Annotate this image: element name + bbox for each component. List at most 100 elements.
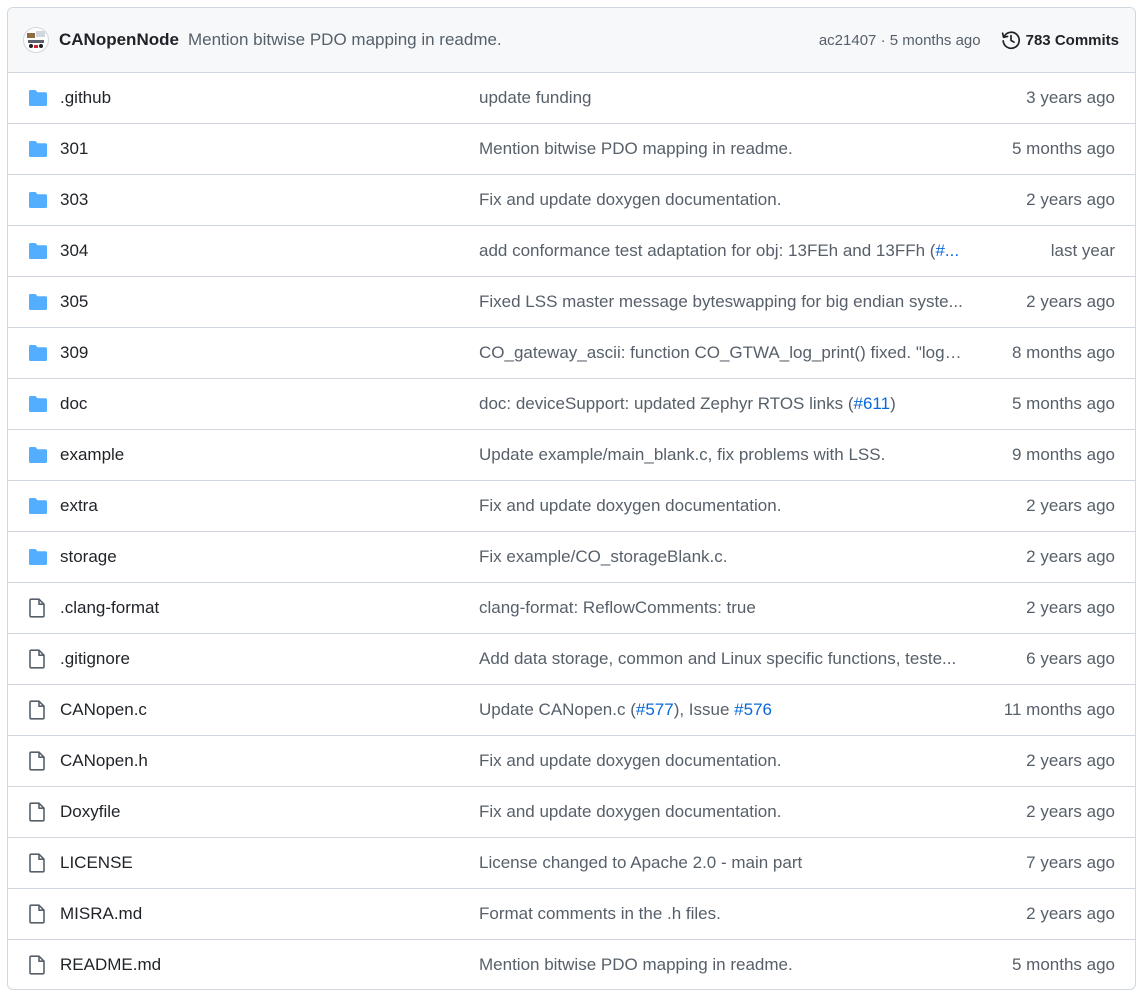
file-row[interactable]: LICENSE License changed to Apache 2.0 - m… xyxy=(8,837,1135,888)
file-row[interactable]: 309 CO_gateway_ascii: function CO_GTWA_lo… xyxy=(8,327,1135,378)
commit-age: 2 years ago xyxy=(1026,751,1115,770)
commits-link[interactable]: 783 Commits xyxy=(1001,30,1119,50)
commit-age: 6 years ago xyxy=(1026,649,1115,668)
folder-name-link[interactable]: doc xyxy=(60,394,479,414)
pull-request-link[interactable]: #611 xyxy=(854,394,891,413)
folder-icon xyxy=(8,191,60,209)
commit-age: 2 years ago xyxy=(1026,802,1115,821)
commit-message[interactable]: Fix and update doxygen documentation. xyxy=(479,802,967,822)
folder-name-link[interactable]: storage xyxy=(60,547,479,567)
file-row[interactable]: .github update funding 3 years ago xyxy=(8,73,1135,123)
folder-icon xyxy=(8,395,60,413)
folder-icon xyxy=(8,242,60,260)
commit-message-text: Fix and update doxygen documentation. xyxy=(479,496,782,515)
commit-age: 2 years ago xyxy=(1026,496,1115,515)
file-icon xyxy=(8,649,60,669)
commit-age: 2 years ago xyxy=(1026,904,1115,923)
commit-message[interactable]: Update example/main_blank.c, fix problem… xyxy=(479,445,967,465)
file-icon xyxy=(8,598,60,618)
commit-message[interactable]: Fix and update doxygen documentation. xyxy=(479,190,967,210)
commit-message-text: Fix and update doxygen documentation. xyxy=(479,802,782,821)
commit-message-text: doc: deviceSupport: updated Zephyr RTOS … xyxy=(479,394,854,413)
file-name-link[interactable]: LICENSE xyxy=(60,853,479,873)
file-row[interactable]: README.md Mention bitwise PDO mapping in … xyxy=(8,939,1135,989)
file-row[interactable]: CANopen.c Update CANopen.c (#577), Issue … xyxy=(8,684,1135,735)
commit-age: 5 months ago xyxy=(1011,955,1115,974)
folder-name-link[interactable]: 303 xyxy=(60,190,479,210)
file-name-link[interactable]: CANopen.c xyxy=(60,700,479,720)
folder-name-link[interactable]: 301 xyxy=(60,139,479,159)
history-icon xyxy=(1001,31,1020,50)
folder-name-link[interactable]: 304 xyxy=(60,241,479,261)
commit-message[interactable]: Mention bitwise PDO mapping in readme. xyxy=(479,139,967,159)
commit-age: 2 years ago xyxy=(1026,598,1115,617)
commit-message-text: clang-format: ReflowComments: true xyxy=(479,598,756,617)
file-row[interactable]: 304 add conformance test adaptation for o… xyxy=(8,225,1135,276)
commit-message[interactable]: CO_gateway_ascii: function CO_GTWA_log_p… xyxy=(479,343,967,363)
pull-request-link[interactable]: #577 xyxy=(636,700,674,719)
commit-message[interactable]: Mention bitwise PDO mapping in readme. xyxy=(479,955,967,975)
commit-message[interactable]: add conformance test adaptation for obj:… xyxy=(479,241,967,261)
folder-icon xyxy=(8,497,60,515)
file-row[interactable]: 301 Mention bitwise PDO mapping in readme… xyxy=(8,123,1135,174)
latest-commit-bar: CANopenNode Mention bitwise PDO mapping … xyxy=(8,8,1135,73)
commit-age: 9 months ago xyxy=(1011,445,1115,464)
commit-message[interactable]: Fix and update doxygen documentation. xyxy=(479,751,967,771)
file-row[interactable]: MISRA.md Format comments in the .h files.… xyxy=(8,888,1135,939)
commit-message[interactable]: doc: deviceSupport: updated Zephyr RTOS … xyxy=(479,394,967,414)
commit-age: 2 years ago xyxy=(1026,190,1115,209)
folder-icon xyxy=(8,140,60,158)
file-name-link[interactable]: .clang-format xyxy=(60,598,479,618)
commit-message[interactable]: clang-format: ReflowComments: true xyxy=(479,598,967,618)
commit-age: 2 years ago xyxy=(1026,547,1115,566)
file-row[interactable]: .clang-format clang-format: ReflowComment… xyxy=(8,582,1135,633)
file-browser: CANopenNode Mention bitwise PDO mapping … xyxy=(7,7,1136,990)
file-row[interactable]: 305 Fixed LSS master message byteswapping… xyxy=(8,276,1135,327)
folder-icon xyxy=(8,446,60,464)
file-row[interactable]: CANopen.h Fix and update doxygen document… xyxy=(8,735,1135,786)
commit-message-text: Update example/main_blank.c, fix problem… xyxy=(479,445,886,464)
folder-icon xyxy=(8,293,60,311)
commit-message[interactable]: Format comments in the .h files. xyxy=(479,904,967,924)
file-icon xyxy=(8,853,60,873)
avatar[interactable] xyxy=(23,27,49,53)
folder-name-link[interactable]: 305 xyxy=(60,292,479,312)
file-list: .github update funding 3 years ago 301 Menti… xyxy=(8,73,1135,989)
file-row[interactable]: extra Fix and update doxygen documentatio… xyxy=(8,480,1135,531)
file-name-link[interactable]: README.md xyxy=(60,955,479,975)
folder-name-link[interactable]: extra xyxy=(60,496,479,516)
commit-message[interactable]: Update CANopen.c (#577), Issue #576 xyxy=(479,700,967,720)
file-name-link[interactable]: Doxyfile xyxy=(60,802,479,822)
folder-icon xyxy=(8,89,60,107)
pull-request-link[interactable]: #576 xyxy=(734,700,772,719)
file-row[interactable]: .gitignore Add data storage, common and L… xyxy=(8,633,1135,684)
commit-message-text: Fix example/CO_storageBlank.c. xyxy=(479,547,728,566)
folder-name-link[interactable]: .github xyxy=(60,88,479,108)
file-name-link[interactable]: CANopen.h xyxy=(60,751,479,771)
folder-name-link[interactable]: example xyxy=(60,445,479,465)
commit-meta[interactable]: ac21407 · 5 months ago xyxy=(819,32,981,49)
commit-message-text: Fixed LSS master message byteswapping fo… xyxy=(479,292,963,311)
commit-author[interactable]: CANopenNode xyxy=(59,30,179,50)
pull-request-link[interactable]: #... xyxy=(935,241,959,260)
commit-message[interactable]: Add data storage, common and Linux speci… xyxy=(479,649,967,669)
file-row[interactable]: storage Fix example/CO_storageBlank.c. 2 y… xyxy=(8,531,1135,582)
file-icon xyxy=(8,700,60,720)
commit-message[interactable]: Fix and update doxygen documentation. xyxy=(479,496,967,516)
file-row[interactable]: doc doc: deviceSupport: updated Zephyr RT… xyxy=(8,378,1135,429)
file-row[interactable]: example Update example/main_blank.c, fix … xyxy=(8,429,1135,480)
latest-commit-message[interactable]: Mention bitwise PDO mapping in readme. xyxy=(188,30,502,50)
commit-age: 5 months ago xyxy=(1011,139,1115,158)
file-icon xyxy=(8,904,60,924)
commit-message[interactable]: Fix example/CO_storageBlank.c. xyxy=(479,547,967,567)
commit-message[interactable]: License changed to Apache 2.0 - main par… xyxy=(479,853,967,873)
file-name-link[interactable]: .gitignore xyxy=(60,649,479,669)
commit-message-text: Update CANopen.c ( xyxy=(479,700,636,719)
commit-message-text: ), Issue xyxy=(673,700,735,719)
file-name-link[interactable]: MISRA.md xyxy=(60,904,479,924)
commit-message[interactable]: update funding xyxy=(479,88,967,108)
commit-message[interactable]: Fixed LSS master message byteswapping fo… xyxy=(479,292,967,312)
file-row[interactable]: Doxyfile Fix and update doxygen documenta… xyxy=(8,786,1135,837)
file-row[interactable]: 303 Fix and update doxygen documentation.… xyxy=(8,174,1135,225)
folder-name-link[interactable]: 309 xyxy=(60,343,479,363)
